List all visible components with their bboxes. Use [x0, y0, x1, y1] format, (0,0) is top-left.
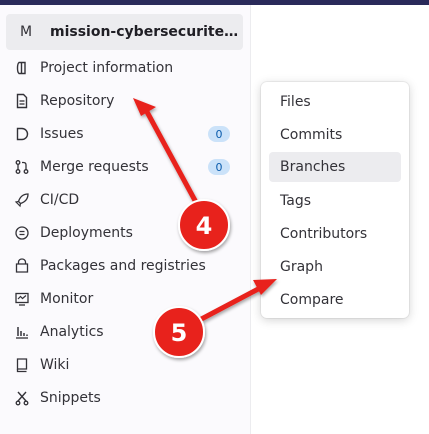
scissors-icon: [14, 390, 30, 406]
info-icon: [14, 60, 30, 76]
sidebar-item-ci-cd[interactable]: CI/CD: [14, 186, 79, 214]
sidebar-item-label: CI/CD: [40, 192, 80, 208]
repository-flyout-menu: Files Commits Branches Tags Contributors…: [261, 82, 409, 318]
issues-icon: [14, 126, 30, 142]
sidebar-item-packages-and-registries[interactable]: Packages and registries: [14, 252, 206, 280]
deployments-icon: [14, 225, 30, 241]
flyout-item-files[interactable]: Files: [269, 87, 401, 117]
sidebar-item-label: Packages and registries: [40, 258, 206, 274]
sidebar-item-label: Analytics: [40, 324, 104, 340]
sidebar-item-repository[interactable]: Repository: [14, 87, 114, 115]
sidebar-item-merge-requests[interactable]: Merge requests: [14, 153, 149, 181]
sidebar-item-monitor[interactable]: Monitor: [14, 285, 93, 313]
issues-count-badge: 0: [208, 126, 230, 142]
rocket-icon: [14, 192, 30, 208]
flyout-item-commits[interactable]: Commits: [269, 120, 401, 150]
document-icon: [14, 93, 30, 109]
sidebar-item-project-information[interactable]: Project information: [14, 54, 173, 82]
sidebar-item-label: Project information: [40, 60, 174, 76]
sidebar-item-deployments[interactable]: Deployments: [14, 219, 133, 247]
sidebar-item-label: Deployments: [40, 225, 133, 241]
project-avatar: M: [14, 20, 38, 44]
merge-request-icon: [14, 159, 30, 175]
sidebar-item-label: Merge requests: [40, 159, 149, 175]
sidebar-item-issues[interactable]: Issues: [14, 120, 84, 148]
flyout-item-branches[interactable]: Branches: [269, 152, 401, 182]
flyout-item-graph[interactable]: Graph: [269, 252, 401, 282]
chart-icon: [14, 324, 30, 340]
flyout-item-compare[interactable]: Compare: [269, 285, 401, 315]
sidebar-item-label: Issues: [40, 126, 84, 142]
monitor-icon: [14, 291, 30, 307]
book-icon: [14, 357, 30, 373]
project-name: mission-cybersecurite-git...: [50, 24, 240, 40]
sidebar-item-label: Repository: [40, 93, 115, 109]
merge-requests-count-badge: 0: [208, 159, 230, 175]
sidebar-item-wiki[interactable]: Wiki: [14, 351, 69, 379]
sidebar-item-label: Wiki: [40, 357, 70, 373]
flyout-item-tags[interactable]: Tags: [269, 186, 401, 216]
sidebar-item-analytics[interactable]: Analytics: [14, 318, 104, 346]
sidebar-item-snippets[interactable]: Snippets: [14, 384, 101, 412]
sidebar-item-label: Monitor: [40, 291, 94, 307]
flyout-item-contributors[interactable]: Contributors: [269, 219, 401, 249]
project-header[interactable]: M mission-cybersecurite-git...: [6, 14, 243, 50]
sidebar-item-label: Snippets: [40, 390, 101, 406]
package-icon: [14, 258, 30, 274]
